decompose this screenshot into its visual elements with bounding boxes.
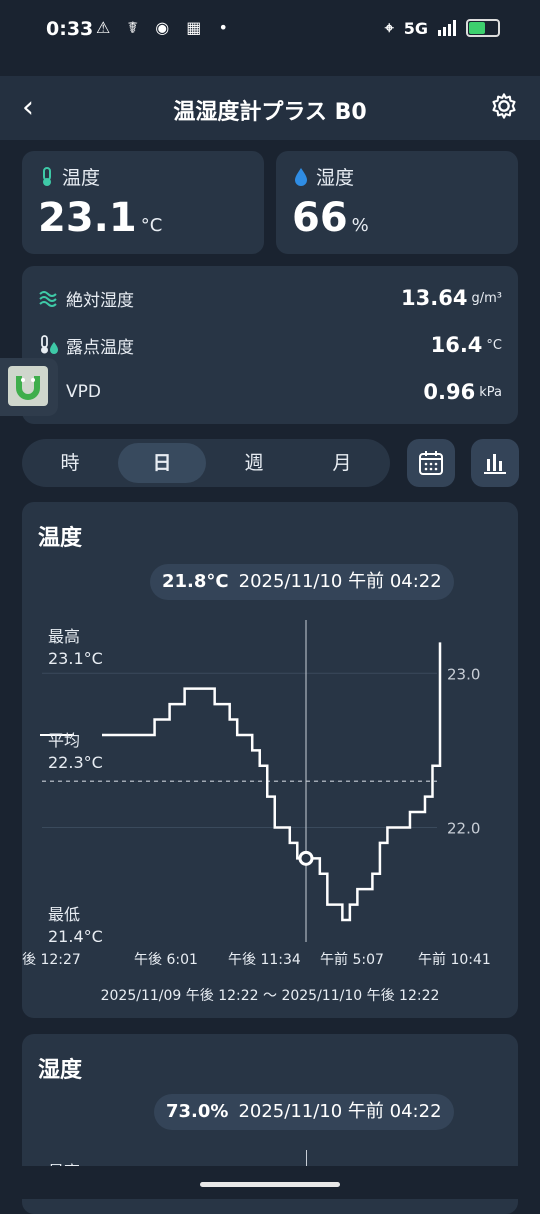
avg-value: 22.3°C — [48, 753, 103, 772]
temperature-card: 温度 23.1 °C — [22, 151, 264, 254]
humidity-label: 湿度 — [316, 167, 355, 189]
magnet-app-icon — [8, 366, 48, 406]
calendar-button[interactable] — [407, 439, 455, 487]
min-label: 最低 — [48, 905, 80, 924]
notification-icons: ⚠ ☤ ◉ ▦ • — [96, 18, 234, 37]
humidity-value: 66 — [292, 195, 348, 241]
bar-chart-icon — [484, 454, 506, 474]
tooltip-value: 21.8°C — [162, 571, 229, 592]
x-tick-label: 午前 10:41 — [418, 951, 491, 968]
app-header: ‹ 温湿度計プラス B0 — [0, 76, 540, 140]
temperature-value: 23.1 — [38, 195, 137, 241]
network-label: 5G — [403, 18, 428, 38]
chart-title: 温度 — [38, 526, 83, 551]
droplet-icon — [295, 167, 307, 186]
bar-chart-button[interactable] — [471, 439, 519, 487]
temperature-unit: °C — [140, 215, 163, 236]
metric-row-dew-point: 露点温度 16.4 °C — [38, 329, 502, 361]
thermometer-icon — [43, 166, 51, 186]
tab-week[interactable]: 週 — [210, 443, 298, 483]
metric-row-absolute-humidity: 絶対湿度 13.64 g/m³ — [38, 282, 502, 314]
chart-range: 2025/11/09 午後 12:22 〜 2025/11/10 午後 12:2… — [100, 988, 440, 1004]
temperature-label: 温度 — [62, 167, 101, 189]
metric-label: 絶対湿度 — [66, 290, 134, 311]
metrics-card: 絶対湿度 13.64 g/m³ 露点温度 16.4 °C VPD 0.96 kP… — [22, 266, 518, 424]
status-time: 0:33 — [46, 18, 94, 40]
temperature-chart-card: 温度 21.8°C 2025/11/10 午前 04:22 23.0 22.0 最高 2… — [22, 502, 518, 1018]
tab-month[interactable]: 月 — [298, 443, 386, 483]
metric-value: 0.96 — [423, 380, 476, 404]
metric-label: 露点温度 — [66, 337, 134, 358]
x-tick-label: 後 12:27 — [22, 952, 81, 968]
calendar-icon — [419, 451, 443, 475]
metric-value: 16.4 — [430, 333, 483, 357]
chart-title: 湿度 — [38, 1058, 83, 1083]
metric-unit: kPa — [479, 384, 502, 400]
tooltip-time: 2025/11/10 午前 04:22 — [238, 1101, 442, 1122]
chart-tooltip: 21.8°C 2025/11/10 午前 04:22 — [150, 564, 454, 600]
floating-shortcut-button[interactable] — [0, 358, 58, 416]
x-tick-label: 午後 6:01 — [134, 952, 198, 968]
temperature-line-chart[interactable]: 23.0 22.0 最高 23.1°C 平均 22.3°C 最低 21.4°C 後 12:27 午… — [22, 602, 518, 982]
tooltip-value: 73.0% — [166, 1101, 229, 1122]
y-tick-label: 22.0 — [447, 819, 480, 837]
max-label: 最高 — [48, 627, 80, 646]
signal-icon — [438, 20, 456, 36]
status-bar: 0:33 ⚠ ☤ ◉ ▦ • ⌖ 5G — [0, 0, 540, 62]
max-value: 23.1°C — [48, 649, 103, 668]
home-indicator[interactable] — [200, 1182, 340, 1187]
tooltip-time: 2025/11/10 午前 04:22 — [238, 571, 442, 592]
avg-label: 平均 — [48, 731, 80, 750]
wave-icon — [39, 291, 57, 307]
tab-day[interactable]: 日 — [118, 443, 206, 483]
metric-unit: °C — [486, 337, 502, 353]
min-value: 21.4°C — [48, 927, 103, 946]
y-tick-label: 23.0 — [447, 665, 480, 683]
battery-icon — [466, 19, 500, 37]
chart-tooltip: 73.0% 2025/11/10 午前 04:22 — [154, 1094, 454, 1130]
metric-value: 13.64 — [401, 286, 468, 310]
metric-label: VPD — [66, 382, 101, 402]
selected-point — [298, 850, 314, 866]
x-tick-label: 午前 5:07 — [320, 951, 384, 968]
tab-hour[interactable]: 時 — [26, 443, 114, 483]
humidity-card: 湿度 66% — [276, 151, 518, 254]
gear-icon[interactable] — [490, 92, 518, 120]
metric-row-vpd: VPD 0.96 kPa — [38, 376, 502, 408]
location-icon: ⌖ — [384, 18, 394, 37]
x-tick-label: 午後 11:34 — [228, 952, 301, 968]
page-title: 温湿度計プラス B0 — [173, 100, 367, 125]
dew-point-icon — [41, 335, 58, 354]
humidity-unit: % — [351, 215, 369, 236]
metric-unit: g/m³ — [471, 290, 502, 306]
period-tabs: 時 日 週 月 — [22, 439, 390, 487]
